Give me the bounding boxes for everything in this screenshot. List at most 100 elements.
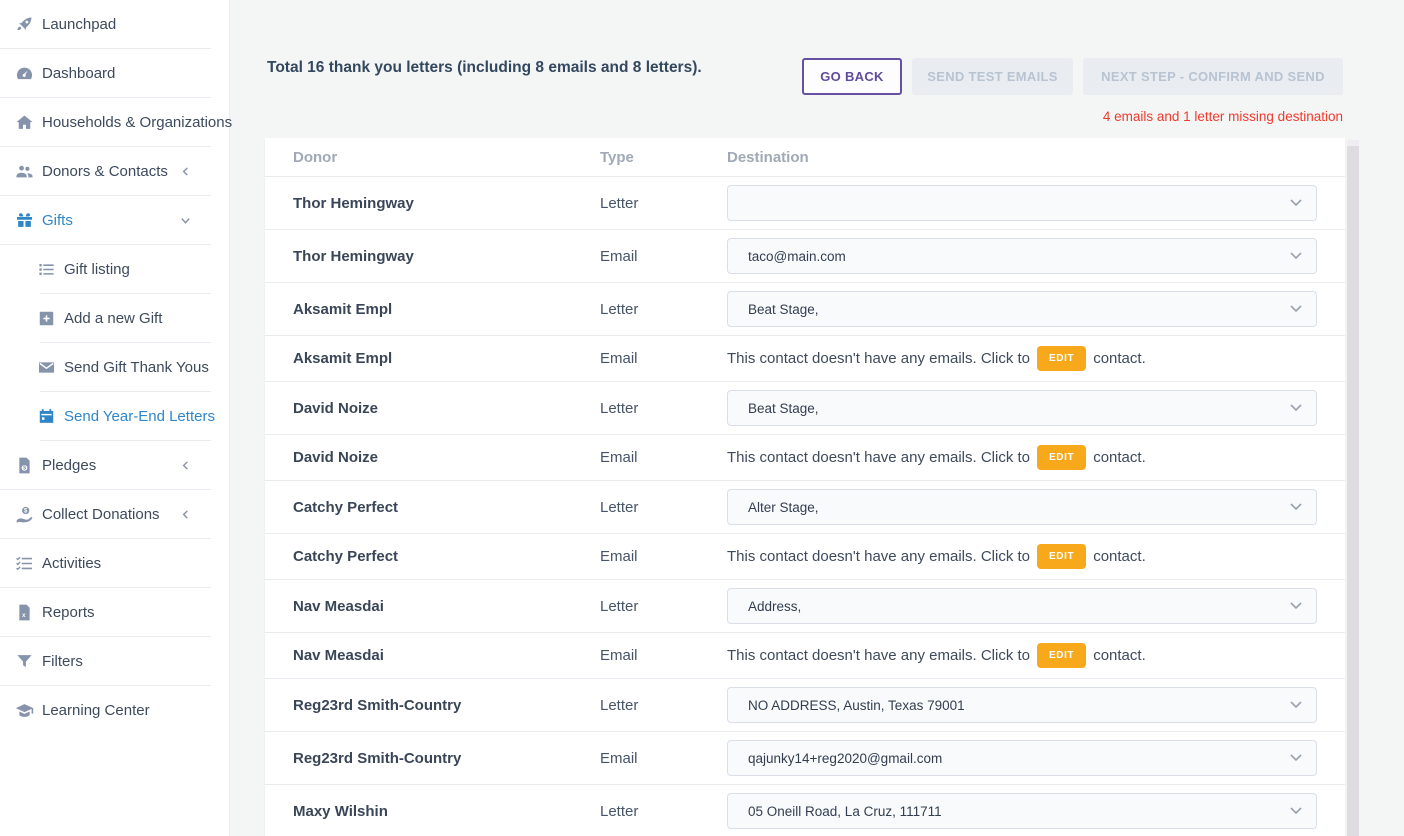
edit-contact-button[interactable]: EDIT — [1037, 445, 1087, 470]
sidebar-item-gift-listing[interactable]: Gift listing — [0, 245, 229, 294]
no-email-message: This contact doesn't have any emails. Cl… — [727, 449, 1031, 466]
letters-table: Donor Type Destination Thor Hemingway Le… — [265, 138, 1345, 836]
destination-select[interactable]: qajunky14+reg2020@gmail.com — [727, 740, 1317, 776]
table-row: Catchy Perfect Letter Alter Stage, — [265, 481, 1345, 534]
destination-select[interactable]: Beat Stage, — [727, 390, 1317, 426]
donor-name: Nav Measdai — [293, 647, 384, 664]
sidebar-item-label: Gift listing — [64, 261, 130, 278]
checklist-icon — [14, 554, 34, 574]
donor-name: David Noize — [293, 399, 379, 417]
sidebar-item-activities[interactable]: Activities — [0, 539, 229, 588]
home-icon — [14, 113, 34, 133]
type-label: Email — [600, 647, 638, 664]
sidebar-item-gifts[interactable]: Gifts — [0, 196, 229, 245]
sidebar-item-label: Pledges — [42, 457, 97, 474]
donor-name: Reg23rd Smith-Country — [293, 696, 462, 714]
no-email-message: This contact doesn't have any emails. Cl… — [727, 350, 1031, 367]
chevron-left-icon — [180, 509, 191, 520]
sidebar-item-launchpad[interactable]: Launchpad — [0, 0, 229, 49]
table-row: Reg23rd Smith-Country Letter NO ADDRESS,… — [265, 679, 1345, 732]
chevron-down-icon — [180, 215, 191, 226]
type-label: Letter — [600, 498, 639, 516]
chevron-down-icon — [1290, 597, 1302, 615]
edit-contact-button[interactable]: EDIT — [1037, 643, 1087, 668]
destination-select[interactable]: Alter Stage, — [727, 489, 1317, 525]
column-header-destination: Destination — [727, 148, 809, 166]
sidebar-item-reports[interactable]: Reports — [0, 588, 229, 637]
scrollbar[interactable] — [1347, 140, 1359, 836]
table-row: Thor Hemingway Letter — [265, 177, 1345, 230]
select-value: taco@main.com — [748, 248, 846, 264]
chevron-down-icon — [1290, 194, 1302, 212]
sidebar-item-filters[interactable]: Filters — [0, 637, 229, 686]
select-value: qajunky14+reg2020@gmail.com — [748, 750, 943, 766]
donor-name: Aksamit Empl — [293, 350, 393, 367]
scrollbar-thumb[interactable] — [1347, 146, 1359, 836]
sidebar-item-households-organizations[interactable]: Households & Organizations — [0, 98, 232, 147]
invoice-dollar-icon — [14, 456, 34, 476]
gift-icon — [14, 211, 34, 231]
destination-select[interactable]: Address, — [727, 588, 1317, 624]
go-back-button[interactable]: GO BACK — [802, 58, 902, 95]
table-row: Reg23rd Smith-Country Email qajunky14+re… — [265, 732, 1345, 785]
hand-dollar-icon — [14, 505, 34, 525]
table-row: Nav Measdai Letter Address, — [265, 580, 1345, 633]
type-label: Letter — [600, 802, 639, 820]
no-email-message-after: contact. — [1093, 350, 1146, 367]
destination-select[interactable] — [727, 185, 1317, 221]
destination-select[interactable]: Beat Stage, — [727, 291, 1317, 327]
sidebar-item-label: Dashboard — [42, 65, 116, 82]
sidebar-item-send-gift-thank-yous[interactable]: Send Gift Thank Yous — [0, 343, 229, 392]
list-icon — [36, 260, 56, 280]
no-email-message-after: contact. — [1093, 647, 1146, 664]
no-email-message: This contact doesn't have any emails. Cl… — [727, 647, 1031, 664]
donor-name: Catchy Perfect — [293, 548, 399, 565]
next-step-confirm-send-button[interactable]: NEXT STEP - CONFIRM AND SEND — [1083, 58, 1343, 95]
table-row: David Noize Letter Beat Stage, — [265, 382, 1345, 435]
sidebar-item-label: Add a new Gift — [64, 310, 163, 327]
sidebar: Launchpad Dashboard Households & Organiz… — [0, 0, 232, 836]
donor-name: Thor Hemingway — [293, 247, 414, 265]
no-email-message-after: contact. — [1093, 449, 1146, 466]
chevron-down-icon — [1290, 802, 1302, 820]
sidebar-item-add-new-gift[interactable]: Add a new Gift — [0, 294, 229, 343]
select-value: Alter Stage, — [748, 499, 819, 515]
edit-contact-button[interactable]: EDIT — [1037, 544, 1087, 569]
sidebar-item-learning-center[interactable]: Learning Center — [0, 686, 229, 735]
type-label: Email — [600, 548, 638, 565]
sidebar-item-pledges[interactable]: Pledges — [0, 441, 229, 490]
table-row: Aksamit Empl Letter Beat Stage, — [265, 283, 1345, 336]
file-report-icon — [14, 603, 34, 623]
sidebar-item-label: Send Gift Thank Yous — [64, 359, 209, 376]
edit-contact-button[interactable]: EDIT — [1037, 346, 1087, 371]
funnel-icon — [14, 652, 34, 672]
sidebar-item-label: Reports — [42, 604, 95, 621]
gauge-icon — [14, 64, 34, 84]
donor-name: Aksamit Empl — [293, 300, 393, 318]
column-header-type: Type — [600, 148, 634, 166]
sidebar-item-label: Gifts — [42, 212, 73, 229]
table-row: David Noize Email This contact doesn't h… — [265, 435, 1345, 481]
chevron-down-icon — [1290, 247, 1302, 265]
sidebar-item-label: Send Year-End Letters — [64, 408, 215, 425]
sidebar-item-label: Learning Center — [42, 702, 150, 719]
sidebar-item-label: Activities — [42, 555, 102, 572]
users-icon — [14, 162, 34, 182]
table-row: Nav Measdai Email This contact doesn't h… — [265, 633, 1345, 679]
destination-select[interactable]: taco@main.com — [727, 238, 1317, 274]
sidebar-item-send-year-end-letters[interactable]: Send Year-End Letters — [0, 392, 229, 441]
sidebar-item-dashboard[interactable]: Dashboard — [0, 49, 229, 98]
table-row: Catchy Perfect Email This contact doesn'… — [265, 534, 1345, 580]
table-row: Thor Hemingway Email taco@main.com — [265, 230, 1345, 283]
type-label: Email — [600, 749, 638, 767]
send-test-emails-button[interactable]: SEND TEST EMAILS — [912, 58, 1073, 95]
destination-select[interactable]: 05 Oneill Road, La Cruz, 111711 — [727, 793, 1317, 829]
destination-select[interactable]: NO ADDRESS, Austin, Texas 79001 — [727, 687, 1317, 723]
chevron-down-icon — [1290, 696, 1302, 714]
sidebar-item-donors-contacts[interactable]: Donors & Contacts — [0, 147, 229, 196]
type-label: Letter — [600, 696, 639, 714]
sidebar-item-collect-donations[interactable]: Collect Donations — [0, 490, 229, 539]
donor-name: Thor Hemingway — [293, 194, 414, 212]
type-label: Letter — [600, 597, 639, 615]
plus-square-icon — [36, 309, 56, 329]
